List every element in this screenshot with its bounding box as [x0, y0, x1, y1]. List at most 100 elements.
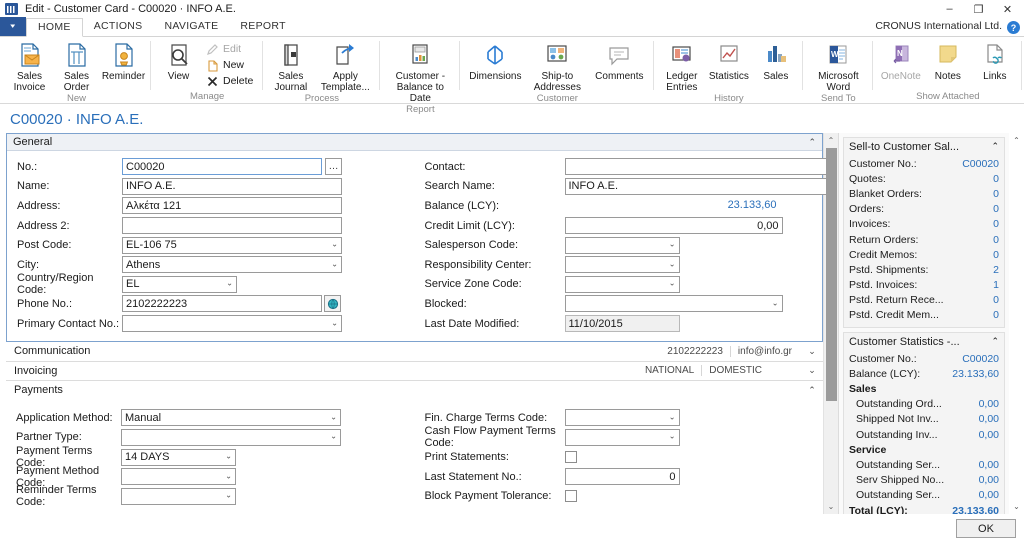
- fasttab-payments[interactable]: Payments ⌃: [6, 380, 823, 401]
- address-2-input[interactable]: [122, 217, 342, 235]
- tab-home[interactable]: HOME: [26, 18, 83, 37]
- balance-lcy-value[interactable]: 23.133,60: [565, 197, 780, 214]
- help-icon[interactable]: ?: [1007, 21, 1020, 34]
- city-input[interactable]: [122, 256, 342, 274]
- factbox-value[interactable]: 2: [993, 264, 999, 276]
- factbox-value[interactable]: 0,00: [979, 459, 999, 471]
- factbox-sell-to-header[interactable]: Sell-to Customer Sal... ⌃: [844, 138, 1004, 155]
- statistics-button[interactable]: Statistics: [705, 40, 752, 82]
- factbox-value[interactable]: 0: [993, 203, 999, 215]
- name-input[interactable]: [122, 177, 342, 195]
- factbox-value[interactable]: 0: [993, 173, 999, 185]
- factbox-customer-statistics-header[interactable]: Customer Statistics -... ⌃: [844, 333, 1004, 350]
- form-scrollbar-thumb[interactable]: [825, 148, 837, 401]
- scroll-up-arrow-icon[interactable]: ⌃: [824, 133, 839, 148]
- comments-button[interactable]: Comments: [588, 40, 650, 82]
- last-statement-no-input[interactable]: [564, 468, 680, 486]
- primary-contact-no-input[interactable]: [122, 315, 342, 333]
- delete-button[interactable]: Delete: [204, 73, 257, 89]
- factbox-value[interactable]: 0: [993, 294, 999, 306]
- view-button[interactable]: View: [155, 40, 202, 82]
- factbox-value[interactable]: 0: [993, 309, 999, 321]
- chevron-up-icon[interactable]: ⌃: [808, 137, 816, 148]
- factbox-value[interactable]: 0: [993, 249, 999, 261]
- blocked-input[interactable]: [564, 295, 783, 313]
- application-method-input[interactable]: [121, 409, 341, 427]
- sales-invoice-button[interactable]: Sales Invoice: [6, 40, 53, 93]
- chevron-down-icon[interactable]: ⌄: [807, 365, 817, 376]
- block-payment-tolerance-checkbox[interactable]: [564, 490, 577, 503]
- globe-icon[interactable]: [324, 295, 341, 313]
- cash-flow-payment-terms-code-input[interactable]: [564, 428, 680, 446]
- links-button[interactable]: Links: [971, 40, 1018, 82]
- new-button[interactable]: New: [204, 57, 257, 73]
- print-statements-checkbox[interactable]: [564, 451, 577, 463]
- contact-input[interactable]: [564, 158, 833, 176]
- fasttab-invoicing[interactable]: Invoicing NATIONAL DOMESTIC ⌄: [6, 361, 823, 381]
- minimize-button[interactable]: –: [935, 0, 964, 18]
- factbox-value[interactable]: C00020: [962, 353, 999, 365]
- sales-button[interactable]: Sales: [752, 40, 799, 82]
- no-lookup-button[interactable]: …: [325, 158, 342, 176]
- ledger-entries-button[interactable]: Ledger Entries: [658, 40, 705, 93]
- close-button[interactable]: ✕: [993, 0, 1022, 18]
- form-scrollbar-track[interactable]: [824, 148, 839, 499]
- edit-button[interactable]: Edit: [204, 41, 257, 57]
- quick-access-toolbar-button[interactable]: ▾: [0, 17, 26, 36]
- sales-journal-button[interactable]: Sales Journal: [267, 40, 314, 93]
- salesperson-code-input[interactable]: [564, 236, 680, 254]
- post-code-input[interactable]: [122, 236, 342, 254]
- phone-no-input[interactable]: [122, 295, 322, 313]
- factbox-value[interactable]: 0,00: [979, 489, 999, 501]
- customer-balance-to-date-button[interactable]: Customer - Balance to Date: [384, 40, 456, 104]
- factbox-value[interactable]: 0,00: [979, 413, 999, 425]
- factbox-value[interactable]: 0: [993, 234, 999, 246]
- chevron-up-icon[interactable]: ⌃: [807, 385, 817, 396]
- factbox-scrollbar[interactable]: ⌃ ⌄: [1009, 133, 1024, 514]
- factbox-value[interactable]: 0,00: [979, 429, 999, 441]
- factbox-value[interactable]: 0,00: [979, 474, 999, 486]
- microsoft-word-button[interactable]: W Microsoft Word: [807, 40, 869, 93]
- scroll-down-arrow-icon[interactable]: ⌄: [1009, 499, 1024, 514]
- chevron-down-icon[interactable]: ⌄: [807, 346, 817, 357]
- payment-terms-code-input[interactable]: [121, 448, 236, 466]
- dimensions-button[interactable]: Dimensions: [464, 40, 526, 82]
- factbox-value[interactable]: 1: [993, 279, 999, 291]
- country-region-code-input[interactable]: [122, 275, 237, 293]
- no-input[interactable]: [122, 158, 322, 176]
- reminder-terms-code-input[interactable]: [121, 487, 236, 505]
- scroll-up-arrow-icon[interactable]: ⌃: [1009, 133, 1024, 148]
- factbox-value[interactable]: 23.133,60: [952, 368, 999, 380]
- apply-template-button[interactable]: Apply Template...: [314, 40, 376, 93]
- service-zone-code-input[interactable]: [564, 275, 680, 293]
- fasttab-general-header[interactable]: General ⌃: [7, 134, 822, 151]
- tab-report[interactable]: REPORT: [229, 17, 296, 36]
- tab-navigate[interactable]: NAVIGATE: [153, 17, 229, 36]
- responsibility-center-input[interactable]: [564, 256, 680, 274]
- payment-method-code-input[interactable]: [121, 468, 236, 486]
- credit-limit-lcy-input[interactable]: [564, 217, 783, 235]
- tab-actions[interactable]: ACTIONS: [83, 17, 154, 36]
- search-name-input[interactable]: [564, 177, 833, 195]
- fin-charge-terms-code-input[interactable]: [564, 409, 680, 427]
- form-scrollbar[interactable]: ⌃ ⌄: [823, 133, 838, 514]
- maximize-button[interactable]: ❐: [964, 0, 993, 18]
- reminder-button[interactable]: Reminder: [100, 40, 147, 82]
- scroll-down-arrow-icon[interactable]: ⌄: [824, 499, 839, 514]
- factbox-value[interactable]: 0,00: [979, 398, 999, 410]
- notes-button[interactable]: Notes: [924, 40, 971, 82]
- factbox-value[interactable]: 0: [993, 218, 999, 230]
- factbox-value[interactable]: 0: [993, 188, 999, 200]
- ok-button[interactable]: OK: [956, 519, 1016, 538]
- fasttab-communication[interactable]: Communication 2102222223 info@info.gr ⌄: [6, 342, 823, 362]
- factbox-value[interactable]: 23.133,60: [952, 505, 999, 514]
- ship-to-addresses-button[interactable]: Ship-to Addresses: [526, 40, 588, 93]
- partner-type-input[interactable]: [121, 428, 341, 446]
- address-input[interactable]: [122, 197, 342, 215]
- sales-order-button[interactable]: Sales Order: [53, 40, 100, 93]
- chevron-up-icon[interactable]: ⌃: [991, 141, 999, 152]
- chevron-up-icon[interactable]: ⌃: [991, 336, 999, 347]
- factbox-value[interactable]: C00020: [962, 158, 999, 170]
- factbox-scrollbar-track[interactable]: [1009, 148, 1024, 499]
- onenote-button[interactable]: N OneNote: [877, 40, 924, 82]
